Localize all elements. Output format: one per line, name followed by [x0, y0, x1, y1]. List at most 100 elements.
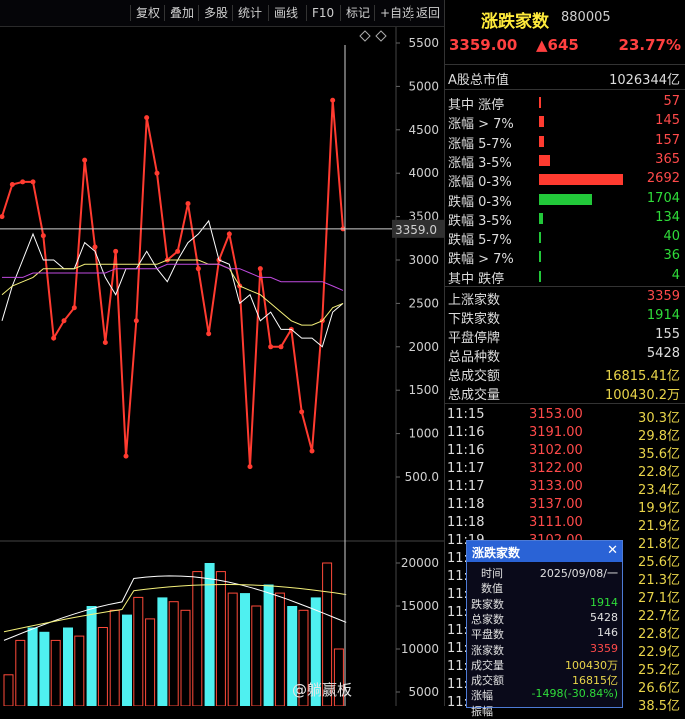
volume-bar-up: [50, 639, 61, 706]
quote-header: 涨跌家数 880005: [445, 0, 685, 34]
stat-row: 总成交量 100430.2万: [445, 383, 685, 403]
distribution-row: 跌幅 0-3% 1704: [445, 190, 685, 210]
index-name: 涨跌家数: [481, 12, 549, 32]
tooltip-label: 跌家数: [471, 597, 504, 611]
toolbar-button-6[interactable]: 标记: [340, 5, 375, 21]
volume-bar-up: [109, 609, 120, 706]
distribution-value: 134: [655, 209, 680, 225]
tick-row[interactable]: 11:17 3133.00 23.4亿: [445, 478, 685, 498]
tooltip-label: 成交量: [471, 658, 504, 672]
stat-row: 总成交额 16815.41亿: [445, 364, 685, 384]
tooltip-value: -1498(-30.84%): [531, 687, 618, 701]
toolbar-button-2[interactable]: 多股: [198, 5, 233, 21]
stat-row: 下跌家数 1914: [445, 307, 685, 327]
distribution-row: 其中 涨停 57: [445, 93, 685, 113]
volume-bar-down: [63, 627, 73, 706]
volume-tick-label: 15000: [401, 599, 439, 613]
series-point: [40, 233, 46, 239]
stat-label: 总成交量: [448, 388, 501, 403]
tick-row[interactable]: 11:18 3111.00 21.9亿: [445, 514, 685, 534]
tooltip-value: 1914: [590, 595, 618, 609]
stat-row: 总品种数 5428: [445, 345, 685, 365]
tick-price: 3102.00: [529, 443, 583, 458]
y-tick-label: 4500: [408, 123, 439, 137]
series-point: [51, 335, 57, 341]
volume-bar-up: [97, 627, 108, 706]
close-icon[interactable]: ✕: [607, 543, 618, 558]
price-change-pct: 23.77%: [618, 36, 681, 54]
series-point: [82, 157, 88, 163]
distribution-bar: [539, 251, 541, 263]
distribution-bar: [539, 270, 541, 282]
tooltip-row: 跌家数 1914: [467, 596, 622, 611]
toolbar-button-4[interactable]: 画线: [268, 5, 303, 21]
tooltip-row: 振幅: [467, 703, 622, 718]
tooltip-label: 振幅: [471, 704, 493, 718]
diamond-icon: [359, 30, 371, 42]
tooltip-value: 3359: [590, 641, 618, 655]
toolbar-button-1[interactable]: 叠加: [164, 5, 199, 21]
volume-bar-up: [15, 639, 26, 706]
tick-time: 11:17: [447, 461, 485, 476]
distribution-bar: [539, 174, 623, 186]
y-tick-label: 2500: [408, 296, 439, 310]
distribution-value: 365: [655, 151, 680, 167]
series-point: [195, 266, 201, 272]
chart-toolbar: 复权 叠加 多股 统计 画线 F10 标记 +自选 返回: [0, 0, 444, 27]
tooltip-header[interactable]: 涨跌家数 ✕: [467, 541, 622, 562]
distribution-value: 36: [663, 248, 680, 264]
tick-row[interactable]: 11:17 3122.00 22.8亿: [445, 460, 685, 480]
series-point: [92, 244, 98, 250]
tooltip-row: 成交额 16815亿: [467, 672, 622, 687]
tooltip-label: 涨幅: [471, 689, 493, 703]
volume-bar-up: [274, 592, 285, 706]
volume-bar-up: [3, 674, 14, 706]
tick-price: 3191.00: [529, 425, 583, 440]
toolbar-button-5[interactable]: F10: [306, 5, 339, 21]
tick-row[interactable]: 11:16 3191.00 29.8亿: [445, 424, 685, 444]
market-cap-label: A股总市值: [448, 73, 509, 88]
series-point: [0, 214, 5, 220]
stat-row: 平盘停牌 155: [445, 326, 685, 346]
volume-bar-up: [227, 592, 238, 706]
stat-label: 下跌家数: [448, 312, 501, 327]
tooltip-title: 涨跌家数: [472, 546, 521, 560]
y-tick-label: 2000: [408, 340, 439, 354]
tooltip-row: 涨家数 3359: [467, 642, 622, 657]
toolbar-button-0[interactable]: 复权: [130, 5, 165, 21]
divider: [445, 64, 685, 65]
distribution-value: 40: [663, 229, 680, 245]
chart-area[interactable]: 5500 5000 4500 4000 3500 3000 2500 2000 1500 1000…: [0, 27, 444, 706]
tick-time: 11:16: [447, 443, 485, 458]
tick-row[interactable]: 11:18 3137.00 19.9亿: [445, 496, 685, 516]
divider: [445, 403, 685, 404]
distribution-value: 57: [663, 94, 680, 109]
series-point: [123, 453, 129, 459]
tooltip-value: 146: [597, 626, 618, 640]
distribution-bar: [539, 97, 541, 108]
tooltip-label: 涨家数: [471, 643, 504, 657]
volume-bar-down: [122, 614, 132, 706]
series-point: [206, 331, 212, 337]
tooltip-value: 5428: [590, 610, 618, 624]
tick-row[interactable]: 11:15 3153.00 30.3亿: [445, 406, 685, 426]
y-tick-label: 5500: [408, 36, 439, 50]
toolbar-button-3[interactable]: 统计: [232, 5, 267, 21]
tick-row[interactable]: 11:16 3102.00 35.6亿: [445, 442, 685, 462]
distribution-label: 跌幅 5-7%: [448, 233, 512, 249]
series-point: [175, 248, 181, 254]
volume-bar-down: [157, 597, 168, 706]
volume-bar-up: [180, 609, 191, 706]
volume-bar-down: [240, 593, 250, 706]
tick-time: 11:18: [447, 515, 485, 530]
series-point: [226, 231, 232, 237]
distribution-label: 涨幅 0-3%: [448, 175, 512, 191]
y-tick-label: 500.0: [405, 470, 439, 484]
distribution-label: 其中 跌停: [448, 271, 505, 287]
toolbar-button-8[interactable]: 返回: [410, 5, 445, 21]
tooltip-label: 成交额: [471, 674, 504, 688]
volume-bar-down: [86, 606, 97, 706]
volume-tick-label: 20000: [401, 556, 439, 570]
series-line-0: [1, 100, 344, 467]
distribution-label: 涨幅 > 7%: [448, 117, 514, 133]
